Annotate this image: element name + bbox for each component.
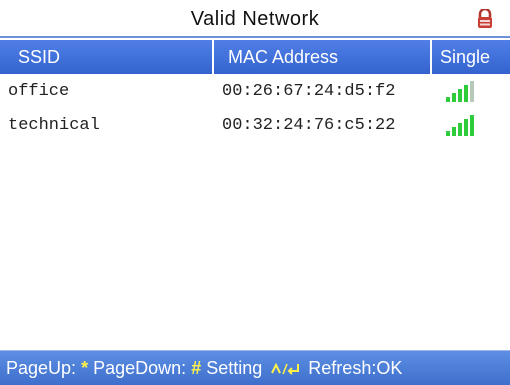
table-row[interactable]: technical 00:32:24:76:c5:22 — [0, 110, 510, 144]
screen: Valid Network SSID MAC Address Single of… — [0, 0, 510, 385]
table-header: SSID MAC Address Single — [0, 40, 510, 74]
signal-bar — [446, 131, 450, 136]
refresh-label[interactable]: Refresh:OK — [308, 358, 402, 378]
key-hint-bar: PageUp: * PageDown: # Setting Refresh:OK — [0, 350, 510, 385]
pageup-key[interactable]: * — [81, 358, 88, 378]
signal-bar — [446, 97, 450, 102]
signal-bar — [464, 85, 468, 102]
table-row[interactable]: office 00:26:67:24:d5:f2 — [0, 76, 510, 110]
signal-bars-icon — [446, 81, 474, 102]
signal-bar — [464, 119, 468, 136]
signal-bar — [470, 115, 474, 136]
pageup-label: PageUp: — [6, 358, 77, 378]
network-list: office 00:26:67:24:d5:f2 technical 00:32… — [0, 76, 510, 338]
page-title: Valid Network — [190, 8, 320, 30]
signal-bar — [458, 89, 462, 102]
signal-cell — [444, 78, 478, 108]
signal-cell — [444, 112, 478, 142]
signal-bar — [470, 81, 474, 102]
mac-address-cell: 00:26:67:24:d5:f2 — [222, 82, 396, 101]
column-header-signal[interactable]: Single — [430, 40, 510, 74]
signal-bar — [452, 127, 456, 136]
mac-address-cell: 00:32:24:76:c5:22 — [222, 116, 396, 135]
pagedown-label: PageDown: — [93, 358, 187, 378]
title-bar: Valid Network — [0, 0, 510, 38]
ssid-cell: office — [8, 82, 70, 101]
pagedown-key[interactable]: # — [191, 358, 201, 378]
lock-icon — [478, 9, 492, 28]
setting-label: Setting — [206, 358, 263, 378]
ssid-cell: technical — [8, 116, 100, 135]
nav-enter-icon[interactable] — [269, 362, 301, 376]
column-header-mac-address[interactable]: MAC Address — [212, 40, 430, 74]
column-header-ssid[interactable]: SSID — [0, 40, 210, 74]
signal-bars-icon — [446, 115, 474, 136]
signal-bar — [452, 93, 456, 102]
signal-bar — [458, 123, 462, 136]
